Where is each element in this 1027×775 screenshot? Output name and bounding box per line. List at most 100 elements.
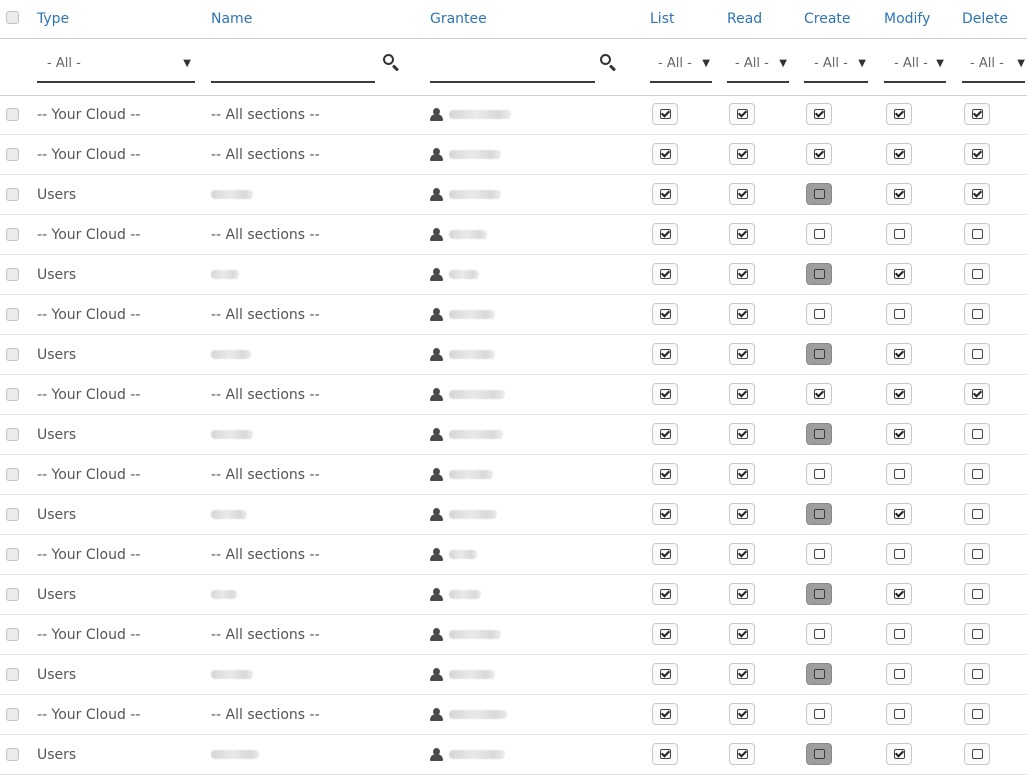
row-select-checkbox[interactable] [6, 747, 19, 761]
modify-permission-toggle[interactable] [886, 182, 912, 205]
delete-permission-toggle[interactable] [964, 102, 990, 125]
delete-permission-toggle[interactable] [964, 422, 990, 445]
create-filter-select[interactable]: - All - ▼ [804, 38, 868, 95]
list-permission-toggle[interactable] [652, 502, 678, 525]
table-row[interactable]: Users [0, 255, 1027, 295]
modify-permission-toggle[interactable] [886, 222, 912, 245]
read-permission-toggle[interactable] [729, 662, 755, 685]
name-search-input[interactable] [211, 38, 375, 95]
delete-permission-toggle[interactable] [964, 702, 990, 725]
modify-permission-toggle[interactable] [886, 542, 912, 565]
read-permission-toggle[interactable] [729, 622, 755, 645]
table-row[interactable]: -- Your Cloud -- -- All sections -- [0, 215, 1027, 255]
modify-permission-toggle[interactable] [886, 622, 912, 645]
list-permission-toggle[interactable] [652, 102, 678, 125]
column-header-grantee[interactable]: Grantee [430, 0, 487, 38]
column-header-type[interactable]: Type [37, 0, 69, 38]
table-row[interactable]: -- Your Cloud -- -- All sections -- [0, 455, 1027, 495]
read-permission-toggle[interactable] [729, 742, 755, 765]
column-header-name[interactable]: Name [211, 0, 252, 38]
table-row[interactable]: Users [0, 415, 1027, 455]
table-row[interactable]: -- Your Cloud -- -- All sections -- [0, 535, 1027, 575]
search-icon[interactable] [600, 54, 617, 72]
modify-permission-toggle[interactable] [886, 742, 912, 765]
modify-permission-toggle[interactable] [886, 422, 912, 445]
modify-permission-toggle[interactable] [886, 382, 912, 405]
table-row[interactable]: Users [0, 495, 1027, 535]
read-permission-toggle[interactable] [729, 502, 755, 525]
read-permission-toggle[interactable] [729, 342, 755, 365]
create-permission-toggle[interactable] [806, 622, 832, 645]
list-permission-toggle[interactable] [652, 382, 678, 405]
search-icon[interactable] [383, 54, 400, 72]
create-permission-toggle[interactable] [806, 422, 832, 445]
modify-permission-toggle[interactable] [886, 702, 912, 725]
read-permission-toggle[interactable] [729, 382, 755, 405]
modify-permission-toggle[interactable] [886, 262, 912, 285]
read-permission-toggle[interactable] [729, 262, 755, 285]
delete-permission-toggle[interactable] [964, 742, 990, 765]
row-select-checkbox[interactable] [6, 467, 19, 481]
list-permission-toggle[interactable] [652, 342, 678, 365]
row-select-checkbox[interactable] [6, 307, 19, 321]
row-select-checkbox[interactable] [6, 227, 19, 241]
read-permission-toggle[interactable] [729, 422, 755, 445]
table-row[interactable]: -- Your Cloud -- -- All sections -- [0, 95, 1027, 135]
modify-permission-toggle[interactable] [886, 662, 912, 685]
column-header-delete[interactable]: Delete [962, 0, 1008, 38]
create-permission-toggle[interactable] [806, 742, 832, 765]
create-permission-toggle[interactable] [806, 702, 832, 725]
row-select-checkbox[interactable] [6, 147, 19, 161]
modify-permission-toggle[interactable] [886, 102, 912, 125]
row-select-checkbox[interactable] [6, 107, 19, 121]
list-permission-toggle[interactable] [652, 742, 678, 765]
delete-permission-toggle[interactable] [964, 582, 990, 605]
read-permission-toggle[interactable] [729, 142, 755, 165]
table-row[interactable]: Users [0, 655, 1027, 695]
list-permission-toggle[interactable] [652, 262, 678, 285]
grantee-search-input[interactable] [430, 38, 595, 95]
column-header-modify[interactable]: Modify [884, 0, 930, 38]
read-permission-toggle[interactable] [729, 302, 755, 325]
table-row[interactable]: -- Your Cloud -- -- All sections -- [0, 695, 1027, 735]
row-select-checkbox[interactable] [6, 347, 19, 361]
modify-filter-select[interactable]: - All - ▼ [884, 38, 946, 95]
modify-permission-toggle[interactable] [886, 462, 912, 485]
row-select-checkbox[interactable] [6, 507, 19, 521]
delete-permission-toggle[interactable] [964, 382, 990, 405]
create-permission-toggle[interactable] [806, 302, 832, 325]
create-permission-toggle[interactable] [806, 182, 832, 205]
delete-permission-toggle[interactable] [964, 262, 990, 285]
delete-permission-toggle[interactable] [964, 662, 990, 685]
delete-permission-toggle[interactable] [964, 342, 990, 365]
type-filter-select[interactable]: - All - ▼ [37, 38, 195, 95]
modify-permission-toggle[interactable] [886, 342, 912, 365]
modify-permission-toggle[interactable] [886, 302, 912, 325]
delete-permission-toggle[interactable] [964, 542, 990, 565]
list-permission-toggle[interactable] [652, 582, 678, 605]
read-permission-toggle[interactable] [729, 582, 755, 605]
create-permission-toggle[interactable] [806, 582, 832, 605]
table-row[interactable]: -- Your Cloud -- -- All sections -- [0, 295, 1027, 335]
column-header-list[interactable]: List [650, 0, 674, 38]
create-permission-toggle[interactable] [806, 262, 832, 285]
delete-permission-toggle[interactable] [964, 462, 990, 485]
read-permission-toggle[interactable] [729, 462, 755, 485]
delete-permission-toggle[interactable] [964, 622, 990, 645]
read-permission-toggle[interactable] [729, 222, 755, 245]
create-permission-toggle[interactable] [806, 662, 832, 685]
row-select-checkbox[interactable] [6, 267, 19, 281]
delete-filter-select[interactable]: - All - ▼ [962, 38, 1025, 95]
read-permission-toggle[interactable] [729, 702, 755, 725]
table-row[interactable]: Users [0, 575, 1027, 615]
list-permission-toggle[interactable] [652, 302, 678, 325]
table-row[interactable]: Users [0, 335, 1027, 375]
table-row[interactable]: Users [0, 175, 1027, 215]
list-permission-toggle[interactable] [652, 422, 678, 445]
create-permission-toggle[interactable] [806, 542, 832, 565]
table-row[interactable]: -- Your Cloud -- -- All sections -- [0, 375, 1027, 415]
list-filter-select[interactable]: - All - ▼ [650, 38, 712, 95]
create-permission-toggle[interactable] [806, 102, 832, 125]
column-header-read[interactable]: Read [727, 0, 762, 38]
read-permission-toggle[interactable] [729, 182, 755, 205]
